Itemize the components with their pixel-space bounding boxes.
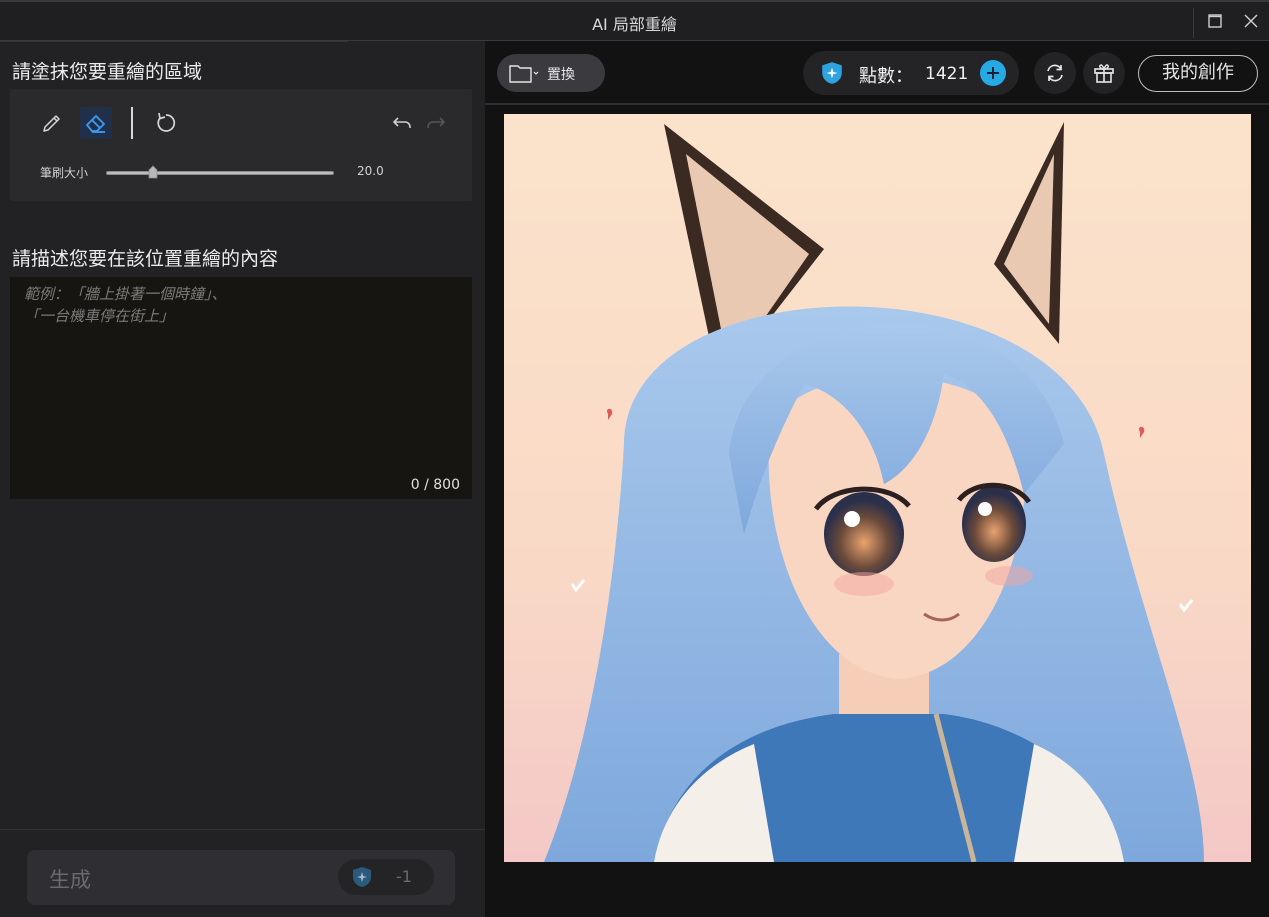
brush-size-slider[interactable] <box>106 171 334 175</box>
footer-divider <box>0 829 485 830</box>
brush-icon <box>43 115 60 132</box>
shield-star-icon <box>822 62 842 84</box>
cost-badge: -1 <box>338 859 434 895</box>
anime-portrait-image <box>544 122 1204 862</box>
eraser-tool-button[interactable] <box>80 107 112 139</box>
undo-icon <box>393 117 411 128</box>
mask-toolbar: 筆刷大小 20.0 <box>10 89 472 201</box>
gift-button[interactable] <box>1083 52 1125 94</box>
prompt-input[interactable] <box>10 277 472 467</box>
brush-tool-button[interactable] <box>36 107 68 139</box>
eraser-icon <box>86 115 105 133</box>
left-panel: 請塗抹您要重繪的區域 筆刷大小 20.0 請描述您要在該位置重繪的內容 0 / … <box>0 41 485 917</box>
brush-size-value: 20.0 <box>357 164 384 178</box>
reset-button[interactable] <box>150 107 182 139</box>
my-works-button[interactable]: 我的創作 <box>1138 55 1258 92</box>
points-value: 1421 <box>925 64 969 84</box>
right-panel: 置換 點數： 1421 我的創作 <box>485 41 1269 917</box>
toolbar-divider <box>131 107 133 139</box>
refresh-icon <box>1047 64 1063 82</box>
toolbar-divider <box>485 103 1269 105</box>
image-canvas[interactable] <box>504 114 1251 862</box>
points-display: 點數： 1421 <box>803 51 1019 95</box>
reset-icon <box>157 112 176 132</box>
redo-icon <box>427 117 445 128</box>
generate-cost: -1 <box>396 867 412 886</box>
maximize-icon <box>1208 14 1222 28</box>
maximize-button[interactable] <box>1196 2 1234 40</box>
character-counter: 0 / 800 <box>410 477 460 493</box>
generate-label: 生成 <box>49 868 91 892</box>
prompt-section-title: 請描述您要在該位置重繪的內容 <box>12 248 279 270</box>
mask-section-title: 請塗抹您要重繪的區域 <box>12 61 203 83</box>
replace-label: 置換 <box>547 67 575 83</box>
titlebar-divider <box>1193 8 1194 38</box>
refresh-button[interactable] <box>1034 52 1076 94</box>
points-label: 點數： <box>859 66 913 87</box>
close-button[interactable] <box>1232 2 1269 40</box>
generate-button[interactable]: 生成 -1 <box>27 850 455 905</box>
brush-size-label: 筆刷大小 <box>40 166 89 180</box>
close-icon <box>1244 14 1258 28</box>
title-bar: AI 局部重繪 <box>0 0 1269 41</box>
window-title: AI 局部重繪 <box>592 15 677 34</box>
redo-button[interactable] <box>420 107 452 139</box>
plus-icon <box>987 67 999 79</box>
brush-size-slider-thumb[interactable] <box>148 165 158 179</box>
panel-top-divider <box>0 41 348 42</box>
undo-button[interactable] <box>386 107 418 139</box>
replace-image-button[interactable]: 置換 <box>497 54 605 92</box>
prompt-box: 0 / 800 <box>10 277 472 499</box>
folder-icon <box>509 65 539 83</box>
gift-icon <box>1094 64 1114 83</box>
shield-star-icon <box>353 867 371 887</box>
add-points-button[interactable] <box>980 60 1006 86</box>
